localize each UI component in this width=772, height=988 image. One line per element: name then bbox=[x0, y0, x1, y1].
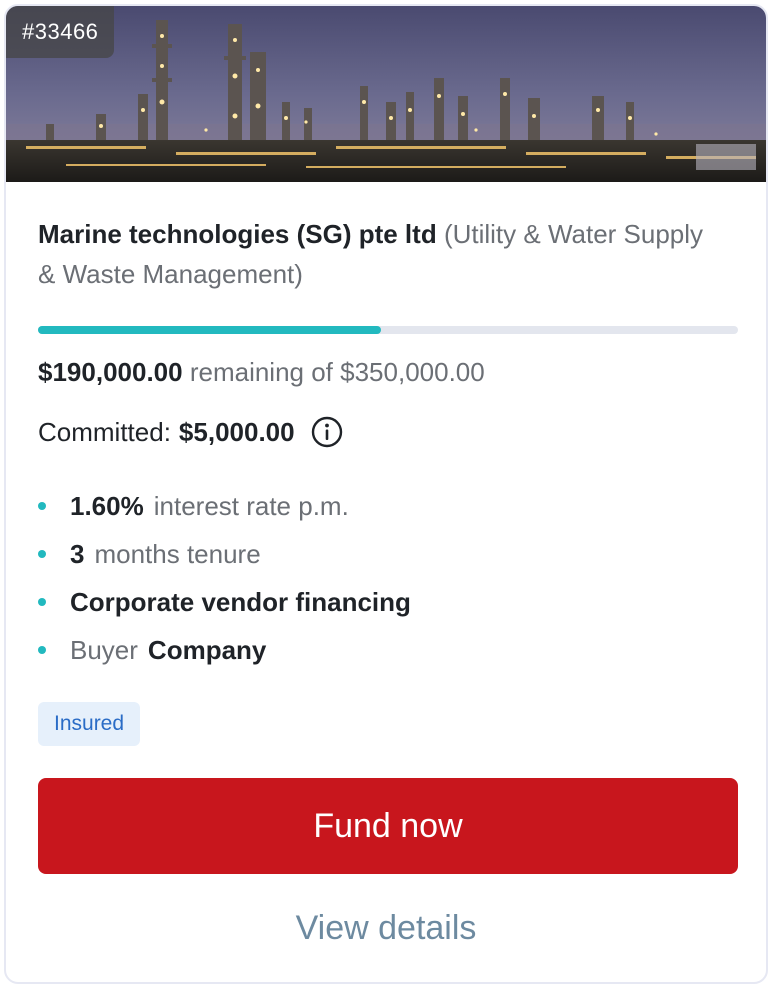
listing-id-badge: #33466 bbox=[6, 6, 115, 58]
funding-progress-bar bbox=[38, 326, 738, 334]
list-item-financing-type: Corporate vendor financing bbox=[38, 582, 411, 630]
list-item-interest-rate: 1.60% interest rate p.m. bbox=[38, 486, 411, 534]
company-name: Marine technologies (SG) pte ltd bbox=[38, 219, 437, 249]
list-item-buyer: Buyer Company bbox=[38, 630, 411, 678]
interest-rate-label: interest rate p.m. bbox=[153, 491, 349, 521]
remaining-of-total: remaining of $350,000.00 bbox=[189, 357, 485, 387]
tenure-value: 3 bbox=[70, 539, 85, 569]
hero-image: #33466 bbox=[6, 6, 766, 182]
fund-now-button[interactable]: Fund now bbox=[38, 778, 738, 874]
funding-progress-fill bbox=[38, 326, 381, 334]
buyer-value: Company bbox=[147, 635, 267, 665]
list-item-tenure: 3 months tenure bbox=[38, 534, 411, 582]
refinery-night-image bbox=[6, 6, 766, 182]
financing-type: Corporate vendor financing bbox=[70, 587, 411, 617]
buyer-label: Buyer bbox=[70, 635, 138, 665]
info-icon[interactable] bbox=[311, 416, 343, 448]
bullet-icon bbox=[38, 598, 46, 606]
committed-row: Committed: $5,000.00 bbox=[38, 412, 343, 452]
listing-title: Marine technologies (SG) pte ltd (Utilit… bbox=[38, 214, 718, 294]
bullet-icon bbox=[38, 550, 46, 558]
insured-badge: Insured bbox=[38, 702, 141, 746]
bullet-icon bbox=[38, 646, 46, 654]
remaining-amount: $190,000.00 bbox=[38, 357, 183, 387]
view-details-link[interactable]: View details bbox=[6, 906, 766, 950]
listing-card: #33466 Marine technologies (SG) pte ltd … bbox=[4, 4, 768, 984]
committed-label: Committed: bbox=[38, 417, 171, 447]
funding-amounts: $190,000.00 remaining of $350,000.00 bbox=[38, 352, 485, 392]
committed-amount: $5,000.00 bbox=[178, 417, 295, 447]
features-list: 1.60% interest rate p.m. 3 months tenure… bbox=[38, 486, 411, 678]
tenure-label: months tenure bbox=[94, 539, 261, 569]
bullet-icon bbox=[38, 502, 46, 510]
interest-rate-value: 1.60% bbox=[70, 491, 144, 521]
